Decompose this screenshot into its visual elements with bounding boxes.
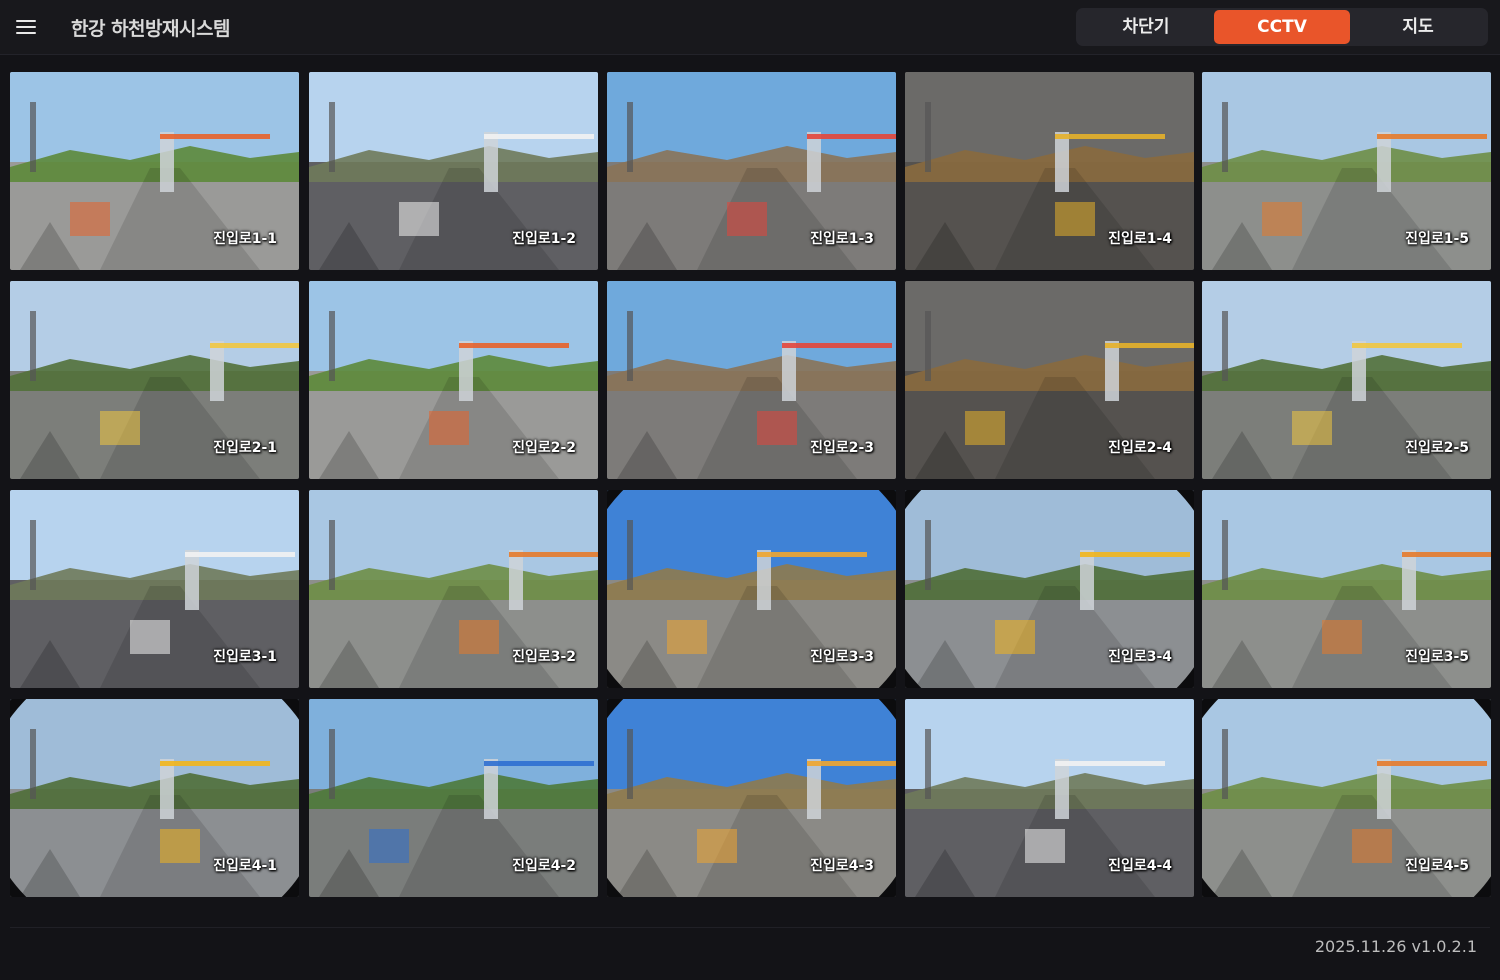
hamburger-menu-icon[interactable] [14,15,38,39]
cctv-tile-label: 진입로4-5 [1405,858,1469,874]
cctv-tile[interactable]: 진입로2-3 [607,281,896,479]
version-label: 2025.11.26 v1.0.2.1 [1314,937,1477,956]
tab-barrier[interactable]: 차단기 [1078,10,1214,44]
cctv-tile[interactable]: 진입로1-3 [607,72,896,270]
cctv-tile[interactable]: 진입로1-2 [309,72,598,270]
cctv-tile-label: 진입로2-4 [1108,440,1172,456]
cctv-tile-label: 진입로1-1 [213,231,277,247]
cctv-tile-label: 진입로4-3 [810,858,874,874]
top-bar: 한강 하천방재시스템 차단기 CCTV 지도 [0,0,1500,55]
cctv-tile[interactable]: 진입로3-4 [905,490,1194,688]
cctv-tile[interactable]: 진입로4-2 [309,699,598,897]
cctv-tile-label: 진입로2-2 [512,440,576,456]
app-title: 한강 하천방재시스템 [71,18,230,40]
cctv-tile-label: 진입로2-1 [213,440,277,456]
cctv-tile[interactable]: 진입로4-5 [1202,699,1491,897]
cctv-tile[interactable]: 진입로2-1 [10,281,299,479]
cctv-tile-label: 진입로4-2 [512,858,576,874]
cctv-tile[interactable]: 진입로3-2 [309,490,598,688]
cctv-tile[interactable]: 진입로3-5 [1202,490,1491,688]
tab-map[interactable]: 지도 [1350,10,1486,44]
cctv-tile-label: 진입로1-2 [512,231,576,247]
view-switcher: 차단기 CCTV 지도 [1076,8,1488,46]
cctv-tile-label: 진입로2-3 [810,440,874,456]
cctv-tile-label: 진입로1-4 [1108,231,1172,247]
footer-divider [10,927,1490,928]
cctv-tile-label: 진입로3-1 [213,649,277,665]
cctv-tile[interactable]: 진입로3-1 [10,490,299,688]
cctv-tile[interactable]: 진입로4-1 [10,699,299,897]
cctv-tile[interactable]: 진입로4-3 [607,699,896,897]
cctv-tile-label: 진입로1-5 [1405,231,1469,247]
cctv-tile[interactable]: 진입로4-4 [905,699,1194,897]
cctv-tile-label: 진입로3-2 [512,649,576,665]
cctv-tile-label: 진입로3-5 [1405,649,1469,665]
cctv-tile-label: 진입로1-3 [810,231,874,247]
cctv-tile[interactable]: 진입로1-4 [905,72,1194,270]
tab-cctv[interactable]: CCTV [1214,10,1350,44]
cctv-tile-label: 진입로4-1 [213,858,277,874]
cctv-tile[interactable]: 진입로1-5 [1202,72,1491,270]
cctv-tile-label: 진입로4-4 [1108,858,1172,874]
cctv-tile[interactable]: 진입로3-3 [607,490,896,688]
cctv-tile[interactable]: 진입로2-5 [1202,281,1491,479]
cctv-tile-label: 진입로3-4 [1108,649,1172,665]
cctv-tile[interactable]: 진입로2-4 [905,281,1194,479]
cctv-tile[interactable]: 진입로1-1 [10,72,299,270]
cctv-tile-label: 진입로2-5 [1405,440,1469,456]
cctv-tile[interactable]: 진입로2-2 [309,281,598,479]
cctv-tile-label: 진입로3-3 [810,649,874,665]
